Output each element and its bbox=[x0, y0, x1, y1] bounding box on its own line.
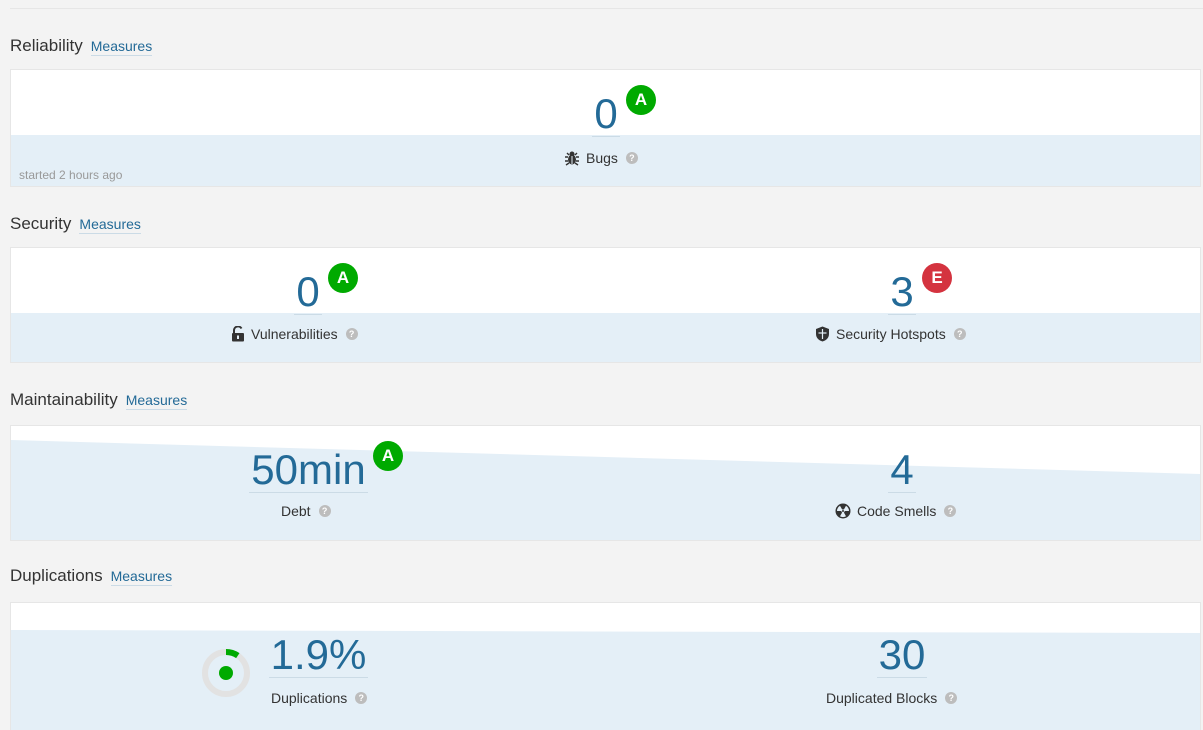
debt-rating-badge[interactable]: A bbox=[373, 441, 403, 471]
bug-icon bbox=[565, 151, 579, 166]
hotspots-rating-badge[interactable]: E bbox=[922, 263, 952, 293]
duplications-value[interactable]: 1.9% bbox=[268, 633, 369, 678]
duplications-header: Duplications Measures bbox=[10, 566, 173, 590]
duplicated-blocks-label: Duplicated Blocks ? bbox=[826, 690, 958, 706]
duplications-measure: 1.9% bbox=[261, 633, 376, 678]
maintainability-header: Maintainability Measures bbox=[10, 390, 188, 414]
vulnerabilities-rating-badge[interactable]: A bbox=[328, 263, 358, 293]
started-timestamp: started 2 hours ago bbox=[19, 168, 123, 182]
bugs-label-text: Bugs bbox=[586, 150, 618, 166]
duplications-donut-center bbox=[219, 666, 233, 680]
bugs-help-icon[interactable]: ? bbox=[625, 152, 638, 164]
reliability-measures-link[interactable]: Measures bbox=[90, 38, 153, 56]
unlock-icon bbox=[232, 326, 244, 342]
debt-label: Debt ? bbox=[281, 503, 331, 519]
code-smells-label: Code Smells ? bbox=[835, 503, 957, 519]
duplications-label-text: Duplications bbox=[271, 690, 348, 706]
reliability-card: 0 A Bugs ? started 2 hours ago bbox=[10, 69, 1201, 187]
vulnerabilities-help-icon[interactable]: ? bbox=[345, 328, 358, 340]
security-band bbox=[11, 313, 1200, 362]
duplications-measures-link[interactable]: Measures bbox=[110, 568, 173, 586]
bugs-value[interactable]: 0 bbox=[592, 92, 620, 137]
maintainability-band bbox=[11, 440, 1200, 540]
vulnerabilities-value[interactable]: 0 bbox=[294, 270, 322, 315]
duplicated-blocks-value[interactable]: 30 bbox=[876, 633, 928, 678]
security-measures-link[interactable]: Measures bbox=[79, 216, 141, 234]
code-smells-label-text: Code Smells bbox=[857, 503, 937, 519]
section-title-maintainability: Maintainability bbox=[10, 390, 118, 409]
duplications-band bbox=[11, 630, 1200, 730]
vulnerabilities-label: Vulnerabilities ? bbox=[231, 326, 358, 342]
bugs-rating-badge[interactable]: A bbox=[626, 85, 656, 115]
shield-icon bbox=[816, 326, 829, 342]
debt-measure: 50min bbox=[246, 448, 371, 493]
radiation-icon bbox=[835, 503, 851, 519]
section-title-duplications: Duplications bbox=[10, 566, 103, 585]
duplications-card: 1.9% Duplications ? 30 Duplicated Blocks… bbox=[10, 602, 1201, 730]
duplicated-blocks-measure: 30 bbox=[867, 633, 937, 678]
hotspots-label-text: Security Hotspots bbox=[836, 326, 946, 342]
reliability-header: Reliability Measures bbox=[10, 36, 153, 60]
debt-value[interactable]: 50min bbox=[249, 448, 368, 493]
hotspots-label: Security Hotspots ? bbox=[815, 326, 966, 342]
duplicated-blocks-help-icon[interactable]: ? bbox=[945, 692, 958, 704]
section-title-reliability: Reliability bbox=[10, 36, 83, 55]
maintainability-card: 50min A Debt ? 4 Code Smells ? bbox=[10, 425, 1201, 541]
debt-help-icon[interactable]: ? bbox=[318, 505, 331, 517]
debt-label-text: Debt bbox=[281, 503, 311, 519]
bugs-label: Bugs ? bbox=[564, 150, 638, 166]
section-title-security: Security bbox=[10, 214, 72, 233]
duplications-donut-chart bbox=[202, 649, 250, 697]
security-card: 0 A Vulnerabilities ? 3 E Security Hotsp… bbox=[10, 247, 1201, 363]
code-smells-measure: 4 bbox=[867, 448, 937, 493]
hotspots-help-icon[interactable]: ? bbox=[953, 328, 966, 340]
duplications-label: Duplications ? bbox=[271, 690, 368, 706]
maintainability-measures-link[interactable]: Measures bbox=[125, 392, 188, 410]
security-header: Security Measures bbox=[10, 214, 141, 238]
vulnerabilities-label-text: Vulnerabilities bbox=[251, 326, 338, 342]
duplicated-blocks-label-text: Duplicated Blocks bbox=[826, 690, 938, 706]
top-divider bbox=[10, 8, 1203, 9]
code-smells-value[interactable]: 4 bbox=[888, 448, 916, 493]
duplications-help-icon[interactable]: ? bbox=[355, 692, 368, 704]
code-smells-help-icon[interactable]: ? bbox=[944, 505, 957, 517]
hotspots-value[interactable]: 3 bbox=[888, 270, 916, 315]
